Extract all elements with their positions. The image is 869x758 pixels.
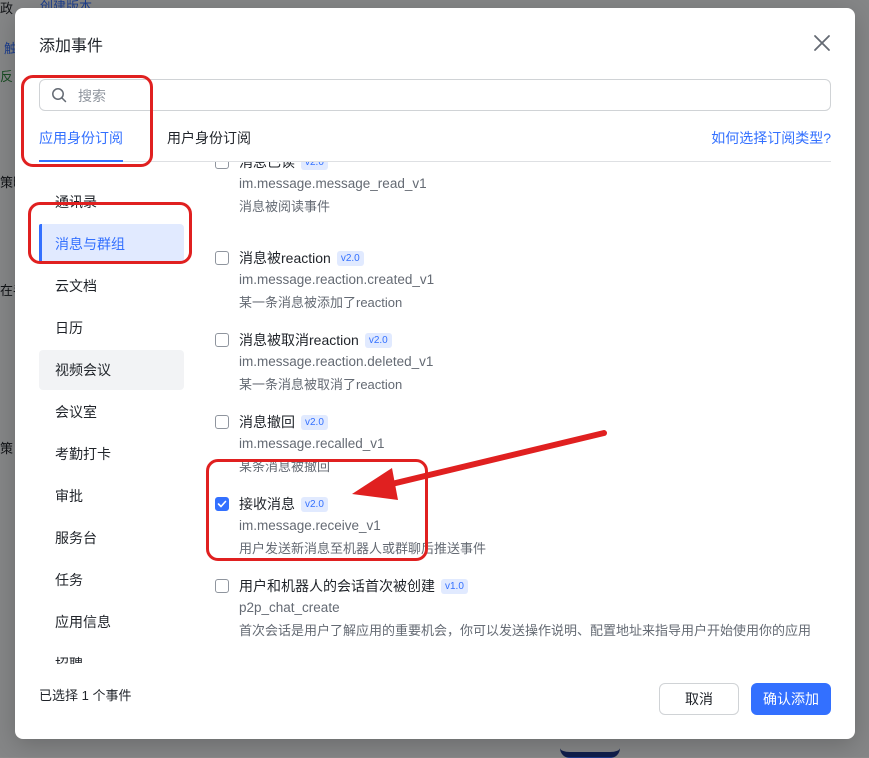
checkmark-icon [217, 500, 227, 508]
event-checkbox[interactable] [215, 415, 229, 429]
search-input[interactable] [76, 80, 820, 112]
close-icon [814, 35, 830, 51]
add-event-dialog: 添加事件 应用身份订阅 用户身份订阅 如何选择订阅类型? 通讯录 消息与群组 云… [15, 8, 855, 739]
event-checkbox[interactable] [215, 251, 229, 265]
event-checkbox-checked[interactable] [215, 497, 229, 511]
confirm-add-button[interactable]: 确认添加 [751, 683, 831, 715]
sidebar-item-video-meeting[interactable]: 视频会议 [39, 350, 184, 390]
event-description: 某一条消息被取消了reaction [239, 377, 403, 392]
event-description: 首次会话是用户了解应用的重要机会，你可以发送操作说明、配置地址来指导用户开始使用… [239, 623, 812, 638]
tab-app-identity[interactable]: 应用身份订阅 [39, 128, 123, 162]
event-key: im.message.recalled_v1 [239, 436, 385, 451]
tab-user-identity[interactable]: 用户身份订阅 [167, 128, 251, 161]
sidebar-item-docs[interactable]: 云文档 [39, 266, 184, 306]
sidebar-item-recruiting[interactable]: 招聘 [39, 644, 184, 664]
search-box[interactable] [39, 79, 831, 112]
sidebar-item-messages-groups[interactable]: 消息与群组 [39, 224, 184, 264]
version-badge: v2.0 [336, 251, 364, 266]
subscription-tabs: 应用身份订阅 用户身份订阅 如何选择订阅类型? [39, 128, 831, 162]
event-checkbox[interactable] [215, 333, 229, 347]
version-badge: v2.0 [364, 333, 392, 348]
sidebar-item-meeting-room[interactable]: 会议室 [39, 392, 184, 432]
sidebar-item-contacts[interactable]: 通讯录 [39, 182, 184, 222]
dialog-title: 添加事件 [39, 38, 104, 55]
event-checkbox[interactable] [215, 162, 229, 169]
selected-count-status: 已选择 1 个事件 [39, 688, 132, 703]
sidebar-item-calendar[interactable]: 日历 [39, 308, 184, 348]
subscription-type-help-link[interactable]: 如何选择订阅类型? [711, 128, 831, 148]
event-list: 消息已读 v2.0 im.message.message_read_v1 消息被阅… [215, 162, 835, 662]
version-badge: v2.0 [301, 497, 328, 512]
event-name: 接收消息 [239, 496, 295, 512]
sidebar-item-attendance[interactable]: 考勤打卡 [39, 434, 184, 474]
search-icon [52, 88, 67, 103]
event-name: 消息被reaction [239, 250, 331, 266]
sidebar-item-approval[interactable]: 审批 [39, 476, 184, 516]
event-key: im.message.message_read_v1 [239, 176, 427, 191]
event-name: 消息被取消reaction [239, 332, 359, 348]
sidebar-item-task[interactable]: 任务 [39, 560, 184, 600]
event-name: 消息已读 [239, 162, 295, 170]
sidebar-item-app-info[interactable]: 应用信息 [39, 602, 184, 642]
event-description: 某条消息被撤回 [239, 459, 331, 474]
event-key: im.message.reaction.deleted_v1 [239, 354, 434, 369]
version-badge: v2.0 [301, 415, 328, 430]
cancel-button[interactable]: 取消 [659, 683, 739, 715]
event-description: 用户发送新消息至机器人或群聊后推送事件 [239, 541, 487, 556]
event-key: p2p_chat_create [239, 600, 340, 615]
version-badge: v1.0 [441, 579, 468, 594]
event-key: im.message.reaction.created_v1 [239, 272, 435, 287]
version-badge: v2.0 [301, 162, 328, 170]
event-key: im.message.receive_v1 [239, 518, 381, 533]
event-description: 消息被阅读事件 [239, 199, 331, 214]
event-description: 某一条消息被添加了reaction [239, 295, 403, 310]
sidebar-item-helpdesk[interactable]: 服务台 [39, 518, 184, 558]
event-category-sidebar: 通讯录 消息与群组 云文档 日历 视频会议 会议室 考勤打卡 审批 服务台 任务… [39, 174, 185, 664]
event-name: 消息撤回 [239, 414, 295, 430]
event-checkbox[interactable] [215, 579, 229, 593]
event-name: 用户和机器人的会话首次被创建 [239, 578, 435, 594]
close-button[interactable] [811, 32, 833, 54]
